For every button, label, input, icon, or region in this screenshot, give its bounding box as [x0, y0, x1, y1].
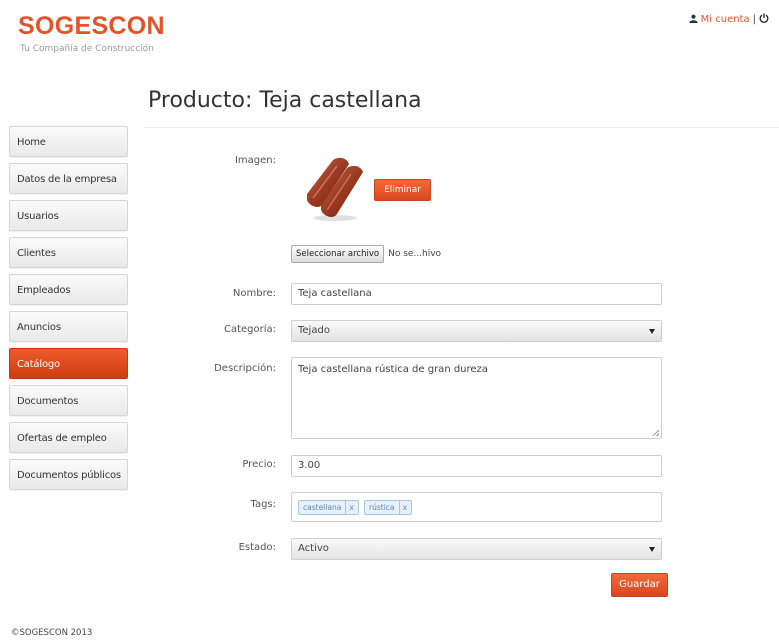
remove-tag-icon[interactable]: x [398, 500, 407, 514]
sidebar-item-job-offers[interactable]: Ofertas de empleo [9, 422, 128, 453]
choose-file-button[interactable]: Seleccionar archivo [291, 245, 385, 263]
status-label: Estado: [238, 542, 276, 553]
description-textarea[interactable]: Teja castellana rústica de gran dureza [291, 357, 662, 439]
sidebar-item-catalog[interactable]: Catálogo [9, 348, 128, 379]
tag-label: castellana [303, 502, 342, 512]
tag-chip: castellana x [298, 499, 360, 515]
power-icon[interactable] [759, 13, 769, 26]
sidebar-item-home[interactable]: Home [9, 126, 128, 157]
category-select[interactable]: Tejado [291, 320, 662, 342]
category-label: Categoría: [223, 324, 276, 335]
description-value: Teja castellana rústica de gran dureza [298, 364, 488, 375]
sidebar-nav: Home Datos de la empresa Usuarios Client… [9, 126, 128, 496]
tags-input[interactable]: castellana x rústica x [291, 492, 662, 522]
status-value: Activo [298, 543, 329, 554]
delete-image-button[interactable]: Eliminar [374, 179, 431, 201]
sidebar-item-ads[interactable]: Anuncios [9, 311, 128, 342]
sidebar-item-public-documents[interactable]: Documentos públicos [9, 459, 128, 490]
sidebar-item-users[interactable]: Usuarios [9, 200, 128, 231]
title-divider [145, 127, 779, 128]
chevron-down-icon [649, 546, 655, 552]
sidebar-item-employees[interactable]: Empleados [9, 274, 128, 305]
tags-label: Tags: [250, 499, 276, 510]
status-select[interactable]: Activo [291, 538, 662, 560]
chevron-down-icon [649, 328, 655, 334]
sidebar-item-company-data[interactable]: Datos de la empresa [9, 163, 128, 194]
price-label: Precio: [242, 459, 276, 470]
page-title: Producto: Teja castellana [148, 88, 422, 113]
tag-label: rústica [369, 502, 395, 512]
separator: | [752, 14, 756, 25]
tag-chip: rústica x [364, 499, 413, 515]
sidebar-item-clients[interactable]: Clientes [9, 237, 128, 268]
remove-tag-icon[interactable]: x [345, 500, 354, 514]
brand-logo[interactable]: SOGESCON [18, 12, 165, 41]
footer-copyright: ©SOGESCON 2013 [11, 628, 93, 638]
description-label: Descripción: [214, 363, 276, 374]
price-field[interactable]: 3.00 [291, 455, 662, 477]
user-menu: Mi cuenta | [689, 13, 769, 26]
file-status: No se...hivo [388, 249, 442, 259]
my-account-link[interactable]: Mi cuenta [701, 14, 750, 25]
resize-grip-icon[interactable] [653, 430, 659, 436]
save-button[interactable]: Guardar [611, 573, 668, 597]
brand-tagline: Tu Compañía de Construcción [20, 44, 154, 54]
name-label: Nombre: [232, 288, 276, 299]
product-image [299, 154, 371, 224]
category-value: Tejado [298, 325, 330, 336]
sidebar-item-documents[interactable]: Documentos [9, 385, 128, 416]
name-field[interactable]: Teja castellana [291, 283, 662, 305]
file-input: Seleccionar archivo No se...hivo [291, 245, 441, 263]
image-label: Imagen: [234, 155, 276, 166]
user-icon [689, 14, 698, 26]
